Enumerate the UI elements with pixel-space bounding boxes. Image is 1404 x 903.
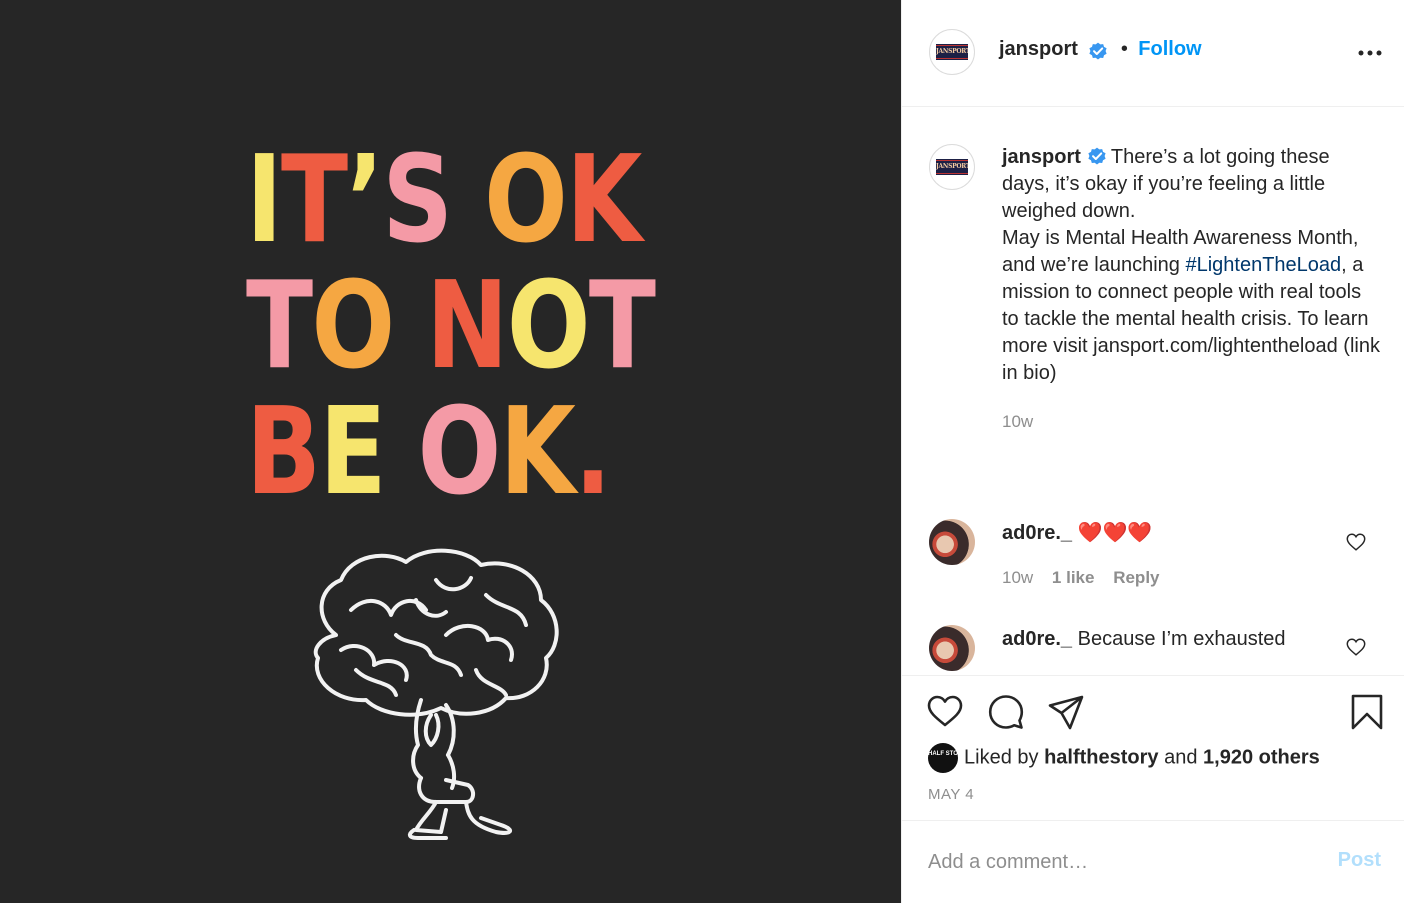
- headline-letter: T: [246, 257, 313, 396]
- comment-heart-icon[interactable]: [1345, 636, 1367, 658]
- post-sidebar: JANSPORT jansport • Follow JANSPORT jans…: [901, 0, 1404, 903]
- caption-timestamp: 10w: [1002, 412, 1034, 431]
- brain-illustration: [313, 548, 559, 840]
- comment-avatar[interactable]: [929, 625, 975, 671]
- profile-avatar[interactable]: JANSPORT: [929, 29, 975, 75]
- verified-badge-icon: [1089, 42, 1107, 60]
- headline-letter: T: [280, 131, 348, 270]
- headline-letter: O: [311, 257, 395, 396]
- headline-letter: N: [426, 257, 508, 396]
- comment-text: ❤️❤️❤️: [1077, 522, 1153, 544]
- headline-letter: K: [566, 131, 642, 270]
- caption-avatar[interactable]: JANSPORT: [929, 144, 975, 190]
- post-image[interactable]: IT’S OK TO NOT BE OK.: [0, 0, 901, 903]
- likes-summary: HALF STORYLiked by halfthestory and 1,92…: [928, 743, 1320, 773]
- bookmark-icon[interactable]: [1347, 692, 1387, 732]
- headline-letter: T: [588, 257, 656, 396]
- brand-logo: JANSPORT: [936, 44, 968, 60]
- likes-middle: and: [1158, 746, 1204, 769]
- comment-heart-icon[interactable]: [1345, 531, 1367, 553]
- liker-username[interactable]: halfthestory: [1044, 746, 1158, 768]
- comment-time: 10w: [1002, 568, 1034, 587]
- post-image-headline: IT’S OK TO NOT BE OK.: [246, 138, 666, 516]
- headline-letter: K: [499, 383, 576, 522]
- headline-letter: ’: [346, 131, 383, 270]
- caption-username[interactable]: jansport: [1002, 146, 1081, 168]
- headline-letter: O: [506, 257, 591, 396]
- follow-button[interactable]: Follow: [1138, 38, 1201, 60]
- comment-username[interactable]: ad0re._: [1002, 522, 1072, 544]
- headline-line: TO NOT: [246, 264, 656, 390]
- headline-letter: B: [246, 383, 321, 522]
- heart-icon[interactable]: [925, 692, 965, 732]
- post-actions: HALF STORYLiked by halfthestory and 1,92…: [902, 675, 1404, 820]
- add-comment-bar: Post: [902, 820, 1404, 903]
- headline-letter: I: [246, 131, 283, 270]
- comment-username[interactable]: ad0re._: [1002, 628, 1072, 650]
- share-icon[interactable]: [1046, 692, 1086, 732]
- headline-letter: [385, 383, 418, 522]
- comment-like-count[interactable]: 1 like: [1052, 568, 1095, 587]
- verified-badge-icon: [1088, 147, 1106, 165]
- post-comment-button[interactable]: Post: [1338, 849, 1381, 872]
- post-date[interactable]: MAY 4: [928, 786, 974, 803]
- comment-icon[interactable]: [986, 692, 1026, 732]
- likes-count[interactable]: 1,920 others: [1203, 746, 1320, 768]
- comment-item: ad0re._ ❤️❤️❤️: [1002, 520, 1152, 547]
- headline-letter: O: [484, 131, 568, 270]
- headline-letter: O: [417, 383, 502, 522]
- headline-line: BE OK.: [246, 390, 612, 516]
- headline-letter: S: [382, 131, 453, 270]
- comment-input[interactable]: [926, 843, 1320, 881]
- likes-prefix: Liked by: [964, 746, 1045, 769]
- brand-logo: JANSPORT: [936, 159, 968, 175]
- headline-line: IT’S OK: [246, 138, 642, 264]
- headline-letter: [451, 131, 484, 270]
- post-caption: jansport There’s a lot going these days,…: [1002, 144, 1382, 435]
- comment-meta: 10w 1 like Reply: [1002, 568, 1160, 588]
- comment-avatar[interactable]: [929, 519, 975, 565]
- caption-hashtag-link[interactable]: #LightenTheLoad: [1185, 254, 1341, 276]
- header-separator: •: [1120, 38, 1128, 60]
- headline-letter: E: [319, 383, 386, 522]
- comment-item: ad0re._ Because I’m exhausted: [1002, 626, 1286, 653]
- more-icon[interactable]: [1357, 40, 1383, 66]
- comments-list[interactable]: JANSPORT jansport There’s a lot going th…: [902, 108, 1404, 674]
- post-header: JANSPORT jansport • Follow: [902, 0, 1404, 107]
- header-username[interactable]: jansport: [999, 38, 1078, 60]
- headline-letter: [393, 257, 426, 396]
- comment-reply-button[interactable]: Reply: [1113, 568, 1159, 587]
- comment-text: Because I’m exhausted: [1077, 628, 1286, 650]
- headline-letter: .: [574, 383, 611, 522]
- liker-avatar[interactable]: HALF STORY: [928, 743, 966, 773]
